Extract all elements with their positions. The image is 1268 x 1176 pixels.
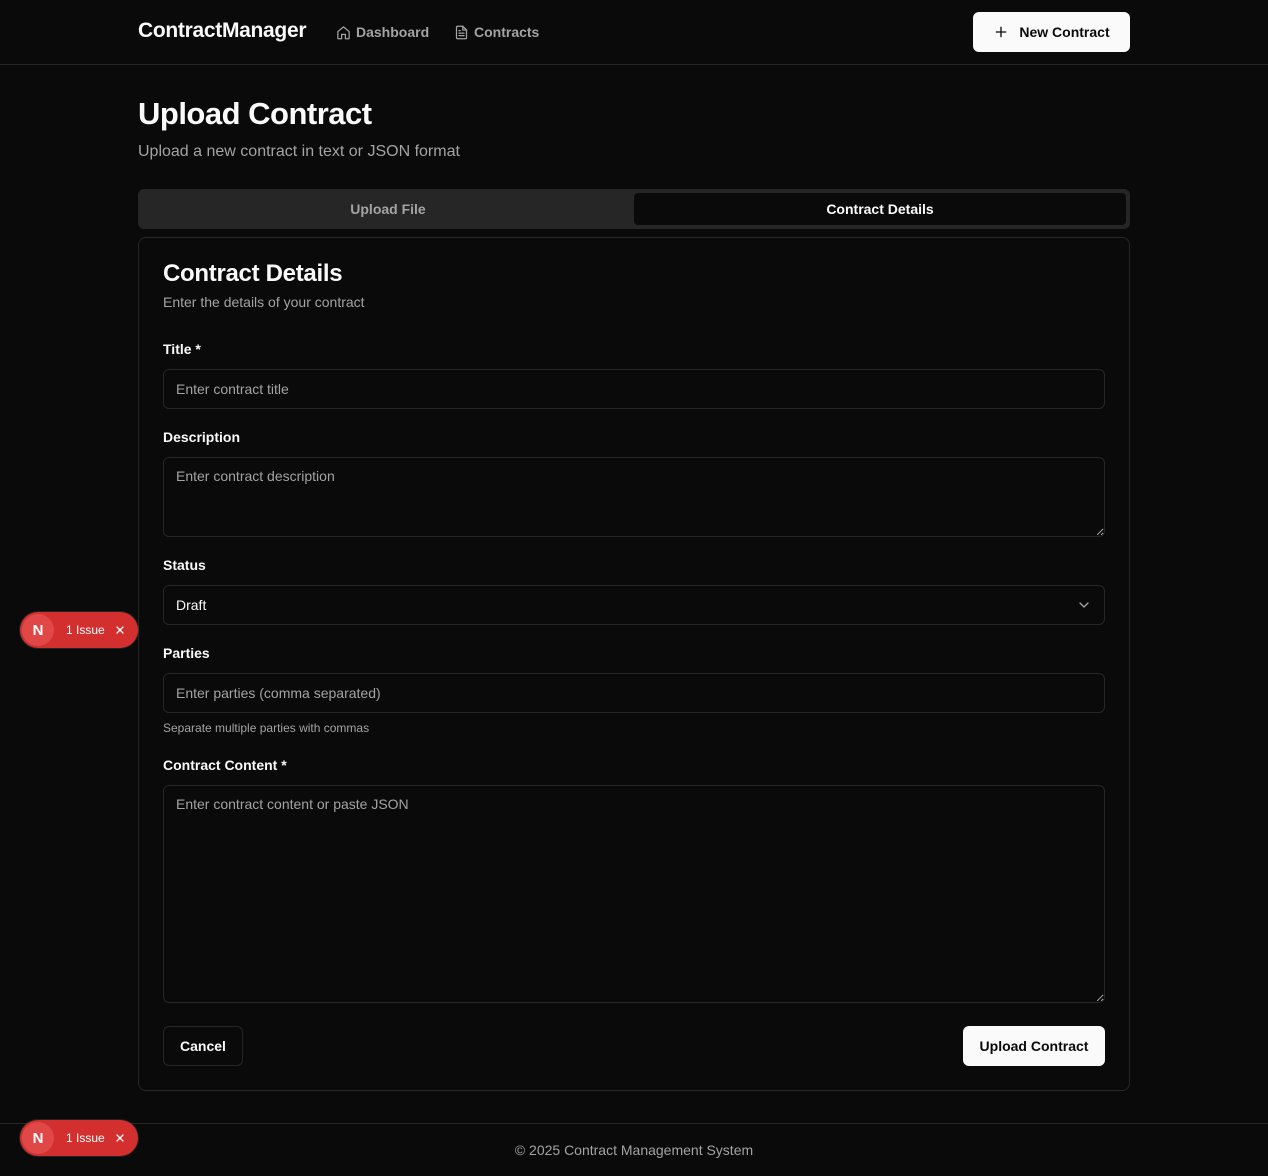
home-icon: [337, 25, 350, 39]
nav-dashboard-label: Dashboard: [356, 24, 430, 40]
new-contract-button[interactable]: New Contract: [973, 12, 1130, 52]
title-label: Title *: [163, 341, 201, 357]
close-icon[interactable]: [114, 1132, 126, 1144]
nav-dashboard[interactable]: Dashboard: [336, 22, 429, 42]
issue-count: 1 Issue: [66, 1131, 105, 1145]
content-label: Contract Content *: [163, 757, 287, 773]
issue-indicator[interactable]: N 1 Issue: [20, 1120, 138, 1156]
status-select[interactable]: Draft: [163, 585, 1105, 625]
contract-details-card: Contract Details Enter the details of yo…: [138, 237, 1130, 1091]
top-navigation-bar: ContractManager Dashboard Contracts New …: [0, 0, 1268, 65]
status-label: Status: [163, 557, 206, 573]
issue-count: 1 Issue: [66, 623, 105, 637]
parties-label: Parties: [163, 645, 210, 661]
brand-logo[interactable]: ContractManager: [138, 19, 307, 43]
nextjs-logo-icon: N: [22, 1122, 54, 1154]
tab-upload-file[interactable]: Upload File: [142, 193, 634, 225]
tab-list: Upload File Contract Details: [138, 189, 1130, 229]
chevron-down-icon: [1079, 602, 1089, 608]
upload-contract-button[interactable]: Upload Contract: [963, 1026, 1105, 1066]
title-input[interactable]: [163, 369, 1105, 409]
footer-copyright: © 2025 Contract Management System: [514, 1142, 754, 1158]
nav-contracts-label: Contracts: [474, 24, 540, 40]
footer: © 2025 Contract Management System: [0, 1123, 1268, 1176]
page-subtitle: Upload a new contract in text or JSON fo…: [138, 143, 460, 160]
card-subtitle: Enter the details of your contract: [163, 294, 365, 310]
status-value: Draft: [176, 597, 207, 613]
page-title: Upload Contract: [138, 96, 372, 131]
file-text-icon: [455, 25, 468, 39]
tab-contract-details[interactable]: Contract Details: [634, 193, 1126, 225]
parties-input[interactable]: [163, 673, 1105, 713]
close-icon[interactable]: [114, 624, 126, 636]
cancel-button[interactable]: Cancel: [163, 1026, 243, 1066]
description-label: Description: [163, 429, 241, 445]
nextjs-logo-icon: N: [22, 614, 54, 646]
description-textarea[interactable]: [163, 457, 1105, 537]
plus-icon: [996, 26, 1007, 38]
issue-indicator[interactable]: N 1 Issue: [20, 612, 138, 648]
content-textarea[interactable]: [163, 785, 1105, 1003]
nav-contracts[interactable]: Contracts: [454, 22, 539, 42]
parties-hint: Separate multiple parties with commas: [163, 721, 370, 735]
card-title: Contract Details: [163, 260, 343, 287]
new-contract-label: New Contract: [1019, 24, 1110, 40]
